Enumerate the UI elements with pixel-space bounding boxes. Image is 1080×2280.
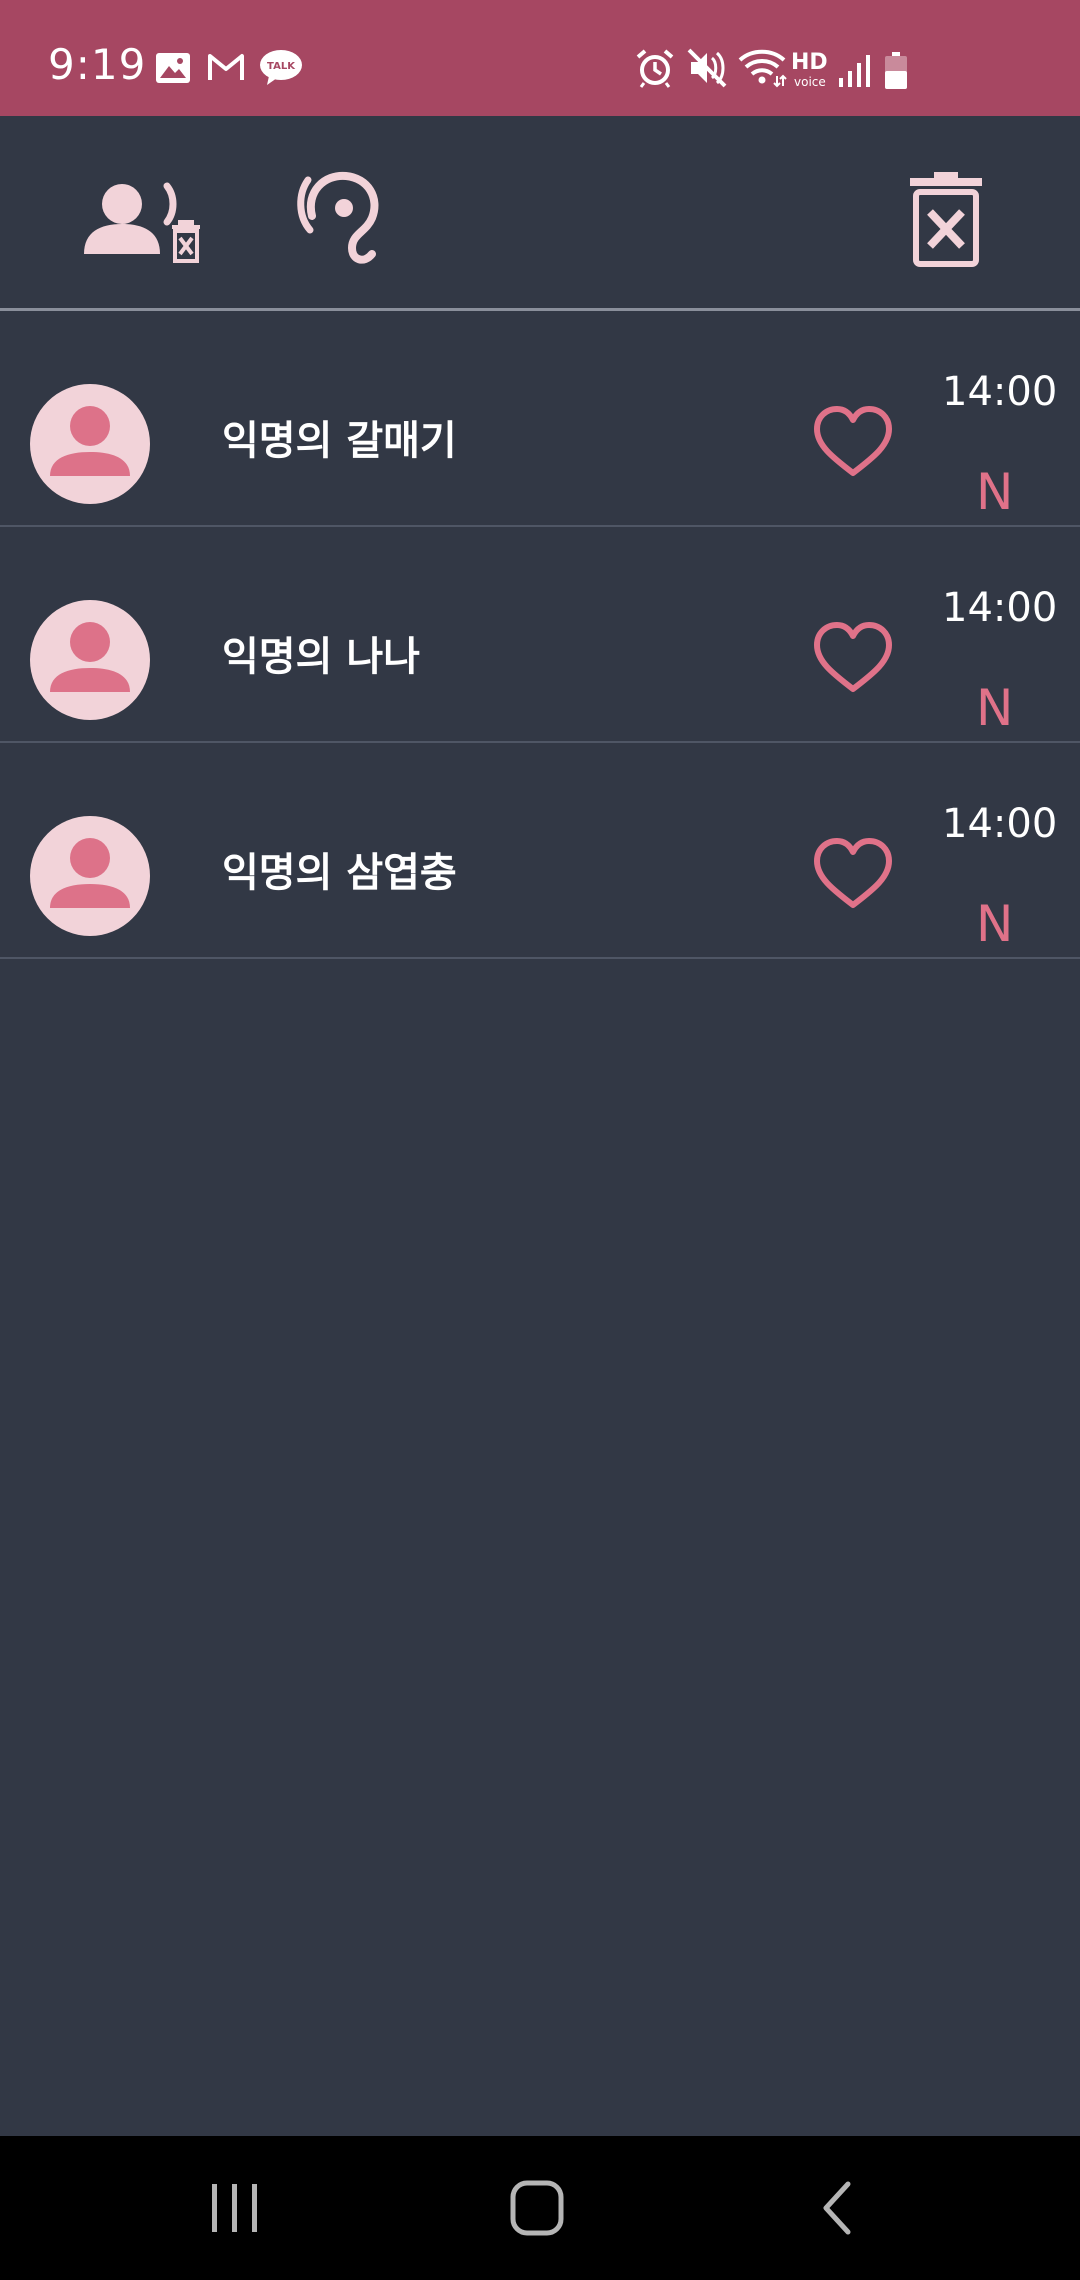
mute-icon <box>687 48 727 88</box>
status-time: 9:19 <box>48 40 147 89</box>
status-bar: 9:19 TALK HD voice <box>0 0 1080 116</box>
alarm-icon <box>636 49 674 88</box>
contact-name: 익명의 삼엽충 <box>222 850 457 896</box>
new-badge: N <box>976 463 1014 521</box>
wifi-icon <box>738 49 787 88</box>
back-icon[interactable] <box>818 2180 858 2236</box>
recent-apps-icon[interactable] <box>204 2180 264 2236</box>
contact-name: 익명의 갈매기 <box>222 418 457 464</box>
list-item[interactable]: 익명의 갈매기 14:00 N <box>0 311 1080 527</box>
svg-text:TALK: TALK <box>267 61 296 72</box>
hd-voice-label: HD <box>791 50 828 75</box>
voice-label: voice <box>794 75 826 89</box>
person-icon <box>50 406 130 476</box>
list-item[interactable]: 익명의 나나 14:00 N <box>0 527 1080 743</box>
new-badge: N <box>976 679 1014 737</box>
contact-time: 14:00 <box>942 585 1058 631</box>
avatar <box>30 600 150 720</box>
image-icon <box>156 53 190 83</box>
contact-time: 14:00 <box>942 369 1058 415</box>
heart-icon[interactable] <box>812 405 894 479</box>
contact-time: 14:00 <box>942 801 1058 847</box>
avatar <box>30 816 150 936</box>
delete-contact-icon <box>84 182 200 263</box>
battery-icon <box>885 52 907 89</box>
delete-all-button[interactable] <box>906 172 986 268</box>
list-item[interactable]: 익명의 삼엽충 14:00 N <box>0 743 1080 959</box>
heart-icon[interactable] <box>812 837 894 911</box>
delete-contact-button[interactable] <box>82 176 212 276</box>
listen-ear-icon <box>297 171 379 264</box>
gmail-icon <box>208 54 244 80</box>
listen-button[interactable] <box>296 168 386 268</box>
new-badge: N <box>976 895 1014 953</box>
talk-icon: TALK <box>260 50 302 85</box>
signal-icon <box>839 55 870 87</box>
toolbar <box>0 116 1080 310</box>
person-icon <box>50 622 130 692</box>
home-icon[interactable] <box>508 2180 568 2236</box>
delete-all-icon <box>910 172 982 267</box>
heart-icon[interactable] <box>812 621 894 695</box>
avatar <box>30 384 150 504</box>
person-icon <box>50 838 130 908</box>
contact-name: 익명의 나나 <box>222 634 420 680</box>
navigation-bar <box>0 2136 1080 2280</box>
